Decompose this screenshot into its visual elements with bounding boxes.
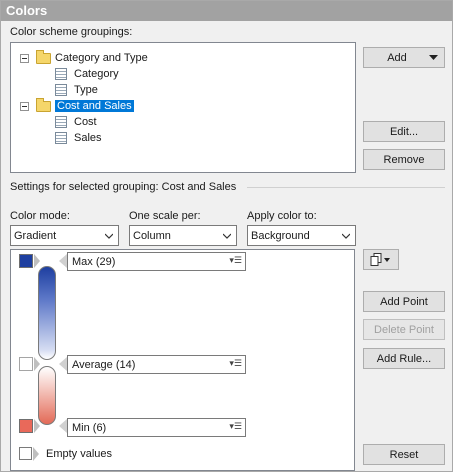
collapse-icon[interactable] (20, 101, 29, 111)
apply-to-select[interactable]: Background (247, 225, 356, 246)
dropdown-arrow-icon (429, 55, 438, 60)
min-point-field[interactable]: Min (6) ▾☰ (67, 418, 246, 437)
tree-node-label: Category (74, 68, 119, 80)
panel-title: Colors (1, 1, 452, 21)
copy-scale-button[interactable] (363, 249, 399, 270)
colors-panel: Colors Color scheme groupings: Category … (0, 0, 453, 472)
min-color-swatch[interactable] (19, 419, 33, 433)
color-mode-label: Color mode: (10, 210, 70, 222)
average-point-field[interactable]: Average (14) ▾☰ (67, 355, 246, 374)
remove-button[interactable]: Remove (363, 149, 445, 170)
reset-button[interactable]: Reset (363, 444, 445, 465)
gradient-bar-upper (38, 266, 56, 360)
max-point-field[interactable]: Max (29) ▾☰ (67, 252, 246, 271)
scale-per-label: One scale per: (129, 210, 201, 222)
min-point-label: Min (6) (72, 421, 107, 434)
tree-node-category-and-type[interactable]: Category and Type (20, 49, 148, 66)
pointer-icon (33, 447, 39, 461)
column-icon (55, 132, 67, 144)
add-rule-button[interactable]: Add Rule... (363, 348, 445, 369)
folder-icon (36, 97, 51, 112)
collapse-icon[interactable] (20, 53, 29, 63)
color-mode-select[interactable]: Gradient (10, 225, 119, 246)
tree-node-category[interactable]: Category (55, 66, 119, 82)
chevron-down-icon (105, 233, 113, 239)
settings-heading: Settings for selected grouping: Cost and… (10, 181, 237, 193)
tree-node-cost-and-sales[interactable]: Cost and Sales (20, 97, 134, 114)
copy-icon (370, 253, 390, 266)
chevron-down-icon (223, 233, 231, 239)
column-icon (55, 116, 67, 128)
gradient-bar-lower (38, 366, 56, 425)
field-menu-icon[interactable]: ▾☰ (229, 421, 242, 432)
separator (247, 187, 445, 188)
average-color-swatch[interactable] (19, 357, 33, 371)
pointer-icon (34, 419, 40, 433)
grouping-tree[interactable]: Category and Type Category Type Cost and… (10, 42, 356, 173)
tree-node-label: Category and Type (55, 52, 148, 64)
pointer-icon (59, 254, 67, 268)
apply-to-value: Background (251, 229, 310, 242)
add-point-button[interactable]: Add Point (363, 291, 445, 312)
color-mode-value: Gradient (14, 229, 57, 242)
tree-node-label: Type (74, 84, 98, 96)
column-icon (55, 68, 67, 80)
folder-icon (36, 49, 51, 64)
pointer-icon (59, 357, 67, 371)
pointer-icon (34, 357, 40, 371)
column-icon (55, 84, 67, 96)
apply-to-label: Apply color to: (247, 210, 317, 222)
max-color-swatch[interactable] (19, 254, 33, 268)
empty-values-label: Empty values (46, 448, 113, 460)
scale-per-value: Column (133, 229, 171, 242)
chevron-down-icon (342, 233, 350, 239)
tree-node-cost[interactable]: Cost (55, 114, 97, 130)
edit-button[interactable]: Edit... (363, 121, 445, 142)
groupings-label: Color scheme groupings: (10, 26, 133, 38)
add-button-label: Add (387, 51, 407, 64)
field-menu-icon[interactable]: ▾☰ (229, 255, 242, 266)
average-point-label: Average (14) (72, 358, 136, 371)
tree-node-label: Sales (74, 132, 102, 144)
pointer-icon (34, 254, 40, 268)
tree-node-type[interactable]: Type (55, 82, 98, 98)
tree-node-sales[interactable]: Sales (55, 130, 102, 146)
field-menu-icon[interactable]: ▾☰ (229, 358, 242, 369)
delete-point-button[interactable]: Delete Point (363, 319, 445, 340)
empty-values-checkbox[interactable] (19, 447, 32, 460)
scale-per-select[interactable]: Column (129, 225, 237, 246)
add-button[interactable]: Add (363, 47, 445, 68)
max-point-label: Max (29) (72, 255, 116, 268)
tree-node-label: Cost and Sales (55, 100, 134, 112)
pointer-icon (59, 419, 67, 433)
tree-node-label: Cost (74, 116, 97, 128)
